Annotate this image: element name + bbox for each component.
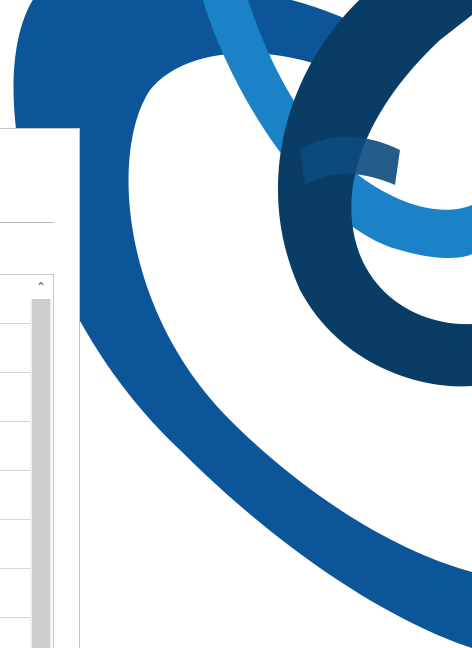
scroll-up-button[interactable]: ⌃: [30, 275, 52, 299]
item-list[interactable]: ⌃: [0, 274, 54, 648]
table-row[interactable]: [0, 470, 30, 471]
table-row[interactable]: [0, 372, 30, 373]
vertical-scrollbar[interactable]: [30, 299, 52, 648]
table-row[interactable]: [0, 421, 30, 422]
table-row[interactable]: [0, 519, 30, 520]
chevron-up-icon: ⌃: [35, 280, 47, 294]
table-row[interactable]: [0, 617, 30, 618]
scrollbar-thumb[interactable]: [32, 299, 50, 648]
table-row[interactable]: [0, 323, 30, 324]
dialog-window: ⌃: [0, 128, 80, 648]
separator-line: [0, 222, 54, 223]
table-row[interactable]: [0, 568, 30, 569]
desktop-screen: ⌃: [0, 0, 472, 648]
